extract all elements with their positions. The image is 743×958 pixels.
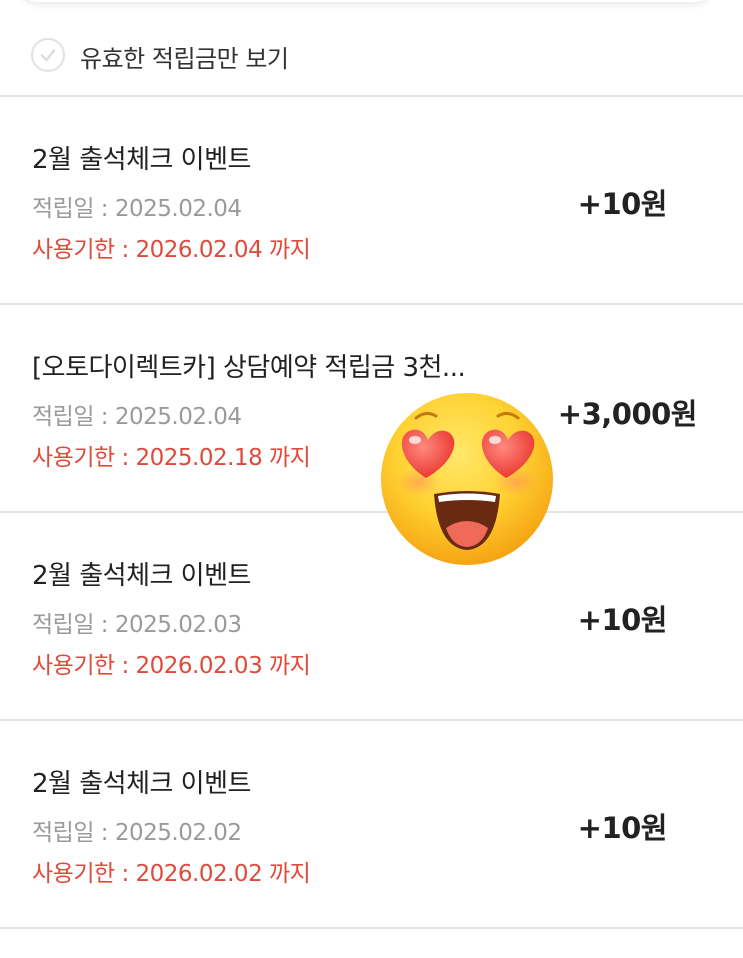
points-history-page: 유효한 적립금만 보기 2월 출석체크 이벤트 적립일 : 2025.02.04… <box>0 0 743 958</box>
item-date: 적립일 : 2025.02.02 <box>32 820 242 846</box>
item-date: 적립일 : 2025.02.04 <box>32 404 242 430</box>
item-amount: +3,000원 <box>557 397 698 431</box>
check-circle-icon[interactable] <box>31 38 65 72</box>
item-title: 2월 출석체크 이벤트 <box>32 769 251 799</box>
item-expiry: 사용기한 : 2025.02.18 까지 <box>32 445 311 471</box>
item-date: 적립일 : 2025.02.04 <box>32 196 242 222</box>
checkmark-icon <box>40 49 56 62</box>
item-expiry: 사용기한 : 2026.02.04 까지 <box>32 237 311 263</box>
list-item[interactable]: 2월 출석체크 이벤트 적립일 : 2025.02.02 사용기한 : 2026… <box>0 721 743 929</box>
item-expiry: 사용기한 : 2026.02.02 까지 <box>32 861 311 887</box>
item-date: 적립일 : 2025.02.03 <box>32 612 242 638</box>
list-item[interactable]: 2월 출석체크 이벤트 적립일 : 2025.02.03 사용기한 : 2026… <box>0 513 743 721</box>
filter-label: 유효한 적립금만 보기 <box>80 45 289 73</box>
item-expiry: 사용기한 : 2026.02.03 까지 <box>32 653 311 679</box>
points-list: 2월 출석체크 이벤트 적립일 : 2025.02.04 사용기한 : 2026… <box>0 97 743 929</box>
list-item[interactable]: [오토다이렉트카] 상담예약 적립금 3천... 적립일 : 2025.02.0… <box>0 305 743 513</box>
valid-points-filter[interactable]: 유효한 적립금만 보기 <box>0 28 743 84</box>
list-item[interactable]: 2월 출석체크 이벤트 적립일 : 2025.02.04 사용기한 : 2026… <box>0 97 743 305</box>
top-card-edge <box>22 0 710 2</box>
heart-eyes-emoji-icon <box>381 393 553 565</box>
item-amount: +10원 <box>577 811 668 845</box>
item-amount: +10원 <box>577 187 668 221</box>
item-title: 2월 출석체크 이벤트 <box>32 145 251 175</box>
item-title: 2월 출석체크 이벤트 <box>32 561 251 591</box>
item-amount: +10원 <box>577 603 668 637</box>
item-title: [오토다이렉트카] 상담예약 적립금 3천... <box>32 353 466 383</box>
